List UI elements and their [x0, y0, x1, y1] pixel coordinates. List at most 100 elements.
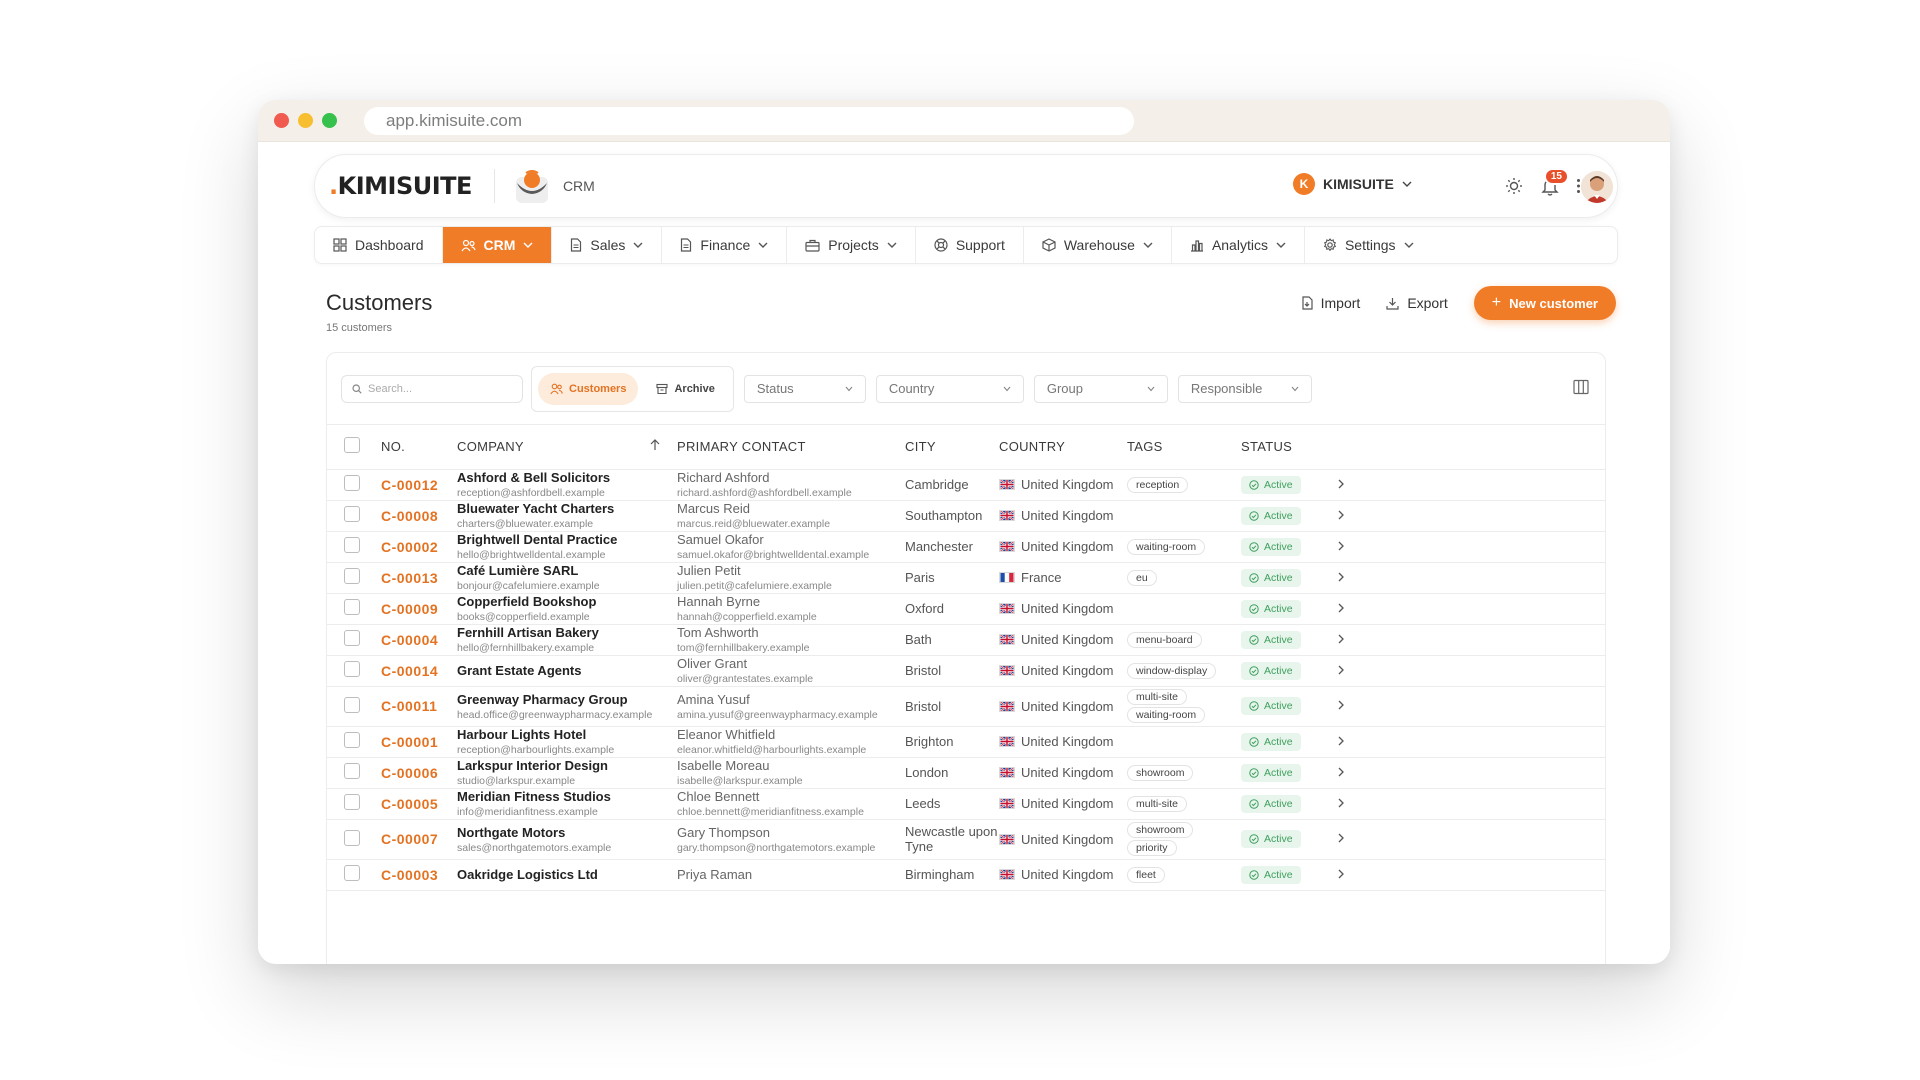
tag-chip[interactable]: reception	[1127, 476, 1189, 493]
nav-item-support[interactable]: Support	[916, 227, 1024, 263]
col-tags[interactable]: TAGS	[1127, 425, 1241, 470]
company-name[interactable]: Greenway Pharmacy Group	[457, 692, 677, 707]
table-row[interactable]: C-00013 Café Lumière SARL bonjour@cafelumi…	[327, 562, 1605, 594]
row-checkbox[interactable]	[344, 599, 360, 615]
row-checkbox[interactable]	[344, 630, 360, 646]
row-checkbox[interactable]	[344, 794, 360, 810]
chevron-right-icon[interactable]	[1337, 569, 1345, 586]
status-filter[interactable]: Status	[743, 374, 866, 403]
nav-item-finance[interactable]: Finance	[662, 227, 788, 263]
close-window-button[interactable]	[274, 113, 289, 128]
row-checkbox[interactable]	[344, 661, 360, 677]
customer-number-link[interactable]: C-00004	[381, 632, 438, 648]
nav-item-crm[interactable]: CRM	[442, 227, 553, 263]
table-row[interactable]: C-00011 Greenway Pharmacy Group head.offic…	[327, 686, 1605, 727]
customer-number-link[interactable]: C-00012	[381, 477, 438, 493]
tag-chip[interactable]: eu	[1127, 569, 1157, 586]
chevron-right-icon[interactable]	[1337, 733, 1345, 750]
customer-number-link[interactable]: C-00007	[381, 831, 438, 847]
table-row[interactable]: C-00009 Copperfield Bookshop books@copperf…	[327, 593, 1605, 625]
customer-number-link[interactable]: C-00001	[381, 734, 438, 750]
table-row[interactable]: C-00006 Larkspur Interior Design studio@la…	[327, 757, 1605, 789]
customer-number-link[interactable]: C-00011	[381, 698, 437, 714]
customer-number-link[interactable]: C-00005	[381, 796, 438, 812]
chevron-right-icon[interactable]	[1337, 476, 1345, 493]
nav-item-analytics[interactable]: Analytics	[1172, 227, 1305, 263]
company-name[interactable]: Café Lumière SARL	[457, 563, 677, 578]
tag-chip[interactable]: showroom	[1127, 764, 1194, 781]
nav-item-warehouse[interactable]: Warehouse	[1024, 227, 1172, 263]
chevron-right-icon[interactable]	[1337, 507, 1345, 524]
chevron-right-icon[interactable]	[1337, 631, 1345, 648]
columns-icon[interactable]	[1573, 379, 1589, 400]
nav-item-settings[interactable]: Settings	[1305, 227, 1432, 263]
search-input[interactable]: Search...	[341, 374, 523, 403]
address-bar[interactable]: app.kimisuite.com	[364, 106, 1134, 135]
tag-chip[interactable]: showroom	[1127, 822, 1194, 838]
responsible-filter[interactable]: Responsible	[1177, 374, 1312, 403]
tag-chip[interactable]: multi-site	[1127, 689, 1188, 705]
customer-number-link[interactable]: C-00002	[381, 539, 438, 555]
chevron-right-icon[interactable]	[1337, 764, 1345, 781]
company-name[interactable]: Meridian Fitness Studios	[457, 789, 677, 804]
col-primary-contact[interactable]: PRIMARY CONTACT	[677, 425, 905, 470]
tab-archive[interactable]: Archive	[644, 373, 726, 405]
organization-switcher[interactable]: K KIMISUITE	[1293, 173, 1412, 195]
new-customer-button[interactable]: + New customer	[1473, 286, 1616, 320]
company-name[interactable]: Harbour Lights Hotel	[457, 727, 677, 742]
customer-number-link[interactable]: C-00013	[381, 570, 438, 586]
row-checkbox[interactable]	[344, 829, 360, 846]
company-name[interactable]: Larkspur Interior Design	[457, 758, 677, 773]
chevron-right-icon[interactable]	[1337, 662, 1345, 679]
col-no[interactable]: NO.	[381, 425, 457, 470]
customer-number-link[interactable]: C-00008	[381, 508, 438, 524]
tag-chip[interactable]: window-display	[1127, 662, 1217, 679]
row-checkbox[interactable]	[344, 732, 360, 748]
customer-number-link[interactable]: C-00006	[381, 765, 438, 781]
kimisuite-logo[interactable]: .KIMISUITE	[329, 172, 472, 200]
nav-item-dashboard[interactable]: Dashboard	[315, 227, 443, 263]
row-checkbox[interactable]	[344, 865, 360, 881]
country-filter[interactable]: Country	[875, 374, 1024, 403]
chevron-right-icon[interactable]	[1337, 795, 1345, 812]
table-row[interactable]: C-00003 Oakridge Logistics Ltd Priya Raman…	[327, 859, 1605, 891]
tag-chip[interactable]: waiting-room	[1127, 538, 1206, 555]
row-checkbox[interactable]	[344, 696, 360, 713]
table-row[interactable]: C-00007 Northgate Motors sales@northgatemo…	[327, 819, 1605, 860]
nav-item-projects[interactable]: Projects	[787, 227, 916, 263]
select-all-checkbox[interactable]	[344, 437, 360, 454]
maximize-window-button[interactable]	[322, 113, 337, 128]
company-name[interactable]: Oakridge Logistics Ltd	[457, 867, 677, 882]
company-name[interactable]: Grant Estate Agents	[457, 663, 677, 678]
table-row[interactable]: C-00001 Harbour Lights Hotel reception@har…	[327, 726, 1605, 758]
company-name[interactable]: Fernhill Artisan Bakery	[457, 625, 677, 640]
table-row[interactable]: C-00014 Grant Estate Agents Oliver Grant ol…	[327, 655, 1605, 687]
col-status[interactable]: STATUS	[1241, 425, 1337, 470]
company-name[interactable]: Ashford & Bell Solicitors	[457, 470, 677, 485]
table-row[interactable]: C-00012 Ashford & Bell Solicitors receptio…	[327, 469, 1605, 501]
minimize-window-button[interactable]	[298, 113, 313, 128]
chevron-right-icon[interactable]	[1337, 830, 1345, 847]
row-checkbox[interactable]	[344, 763, 360, 779]
export-button[interactable]: Export	[1386, 295, 1448, 311]
tag-chip[interactable]: priority	[1127, 840, 1177, 856]
customer-number-link[interactable]: C-00009	[381, 601, 438, 617]
user-avatar[interactable]	[1581, 171, 1613, 203]
tab-customers[interactable]: Customers	[538, 372, 639, 405]
company-name[interactable]: Copperfield Bookshop	[457, 594, 677, 609]
col-city[interactable]: CITY	[905, 425, 999, 470]
row-checkbox[interactable]	[344, 506, 360, 522]
bell-icon[interactable]: 15	[1539, 168, 1569, 197]
company-name[interactable]: Bluewater Yacht Charters	[457, 501, 677, 516]
nav-item-sales[interactable]: Sales	[552, 227, 663, 263]
col-country[interactable]: COUNTRY	[999, 425, 1127, 470]
tag-chip[interactable]: menu-board	[1127, 631, 1202, 648]
col-company[interactable]: COMPANY	[457, 425, 677, 470]
import-button[interactable]: Import	[1301, 295, 1360, 311]
chevron-right-icon[interactable]	[1337, 538, 1345, 555]
row-checkbox[interactable]	[344, 537, 360, 553]
chevron-right-icon[interactable]	[1337, 600, 1345, 617]
customer-number-link[interactable]: C-00014	[381, 663, 438, 679]
chevron-right-icon[interactable]	[1337, 866, 1345, 883]
table-row[interactable]: C-00005 Meridian Fitness Studios info@meri…	[327, 788, 1605, 820]
